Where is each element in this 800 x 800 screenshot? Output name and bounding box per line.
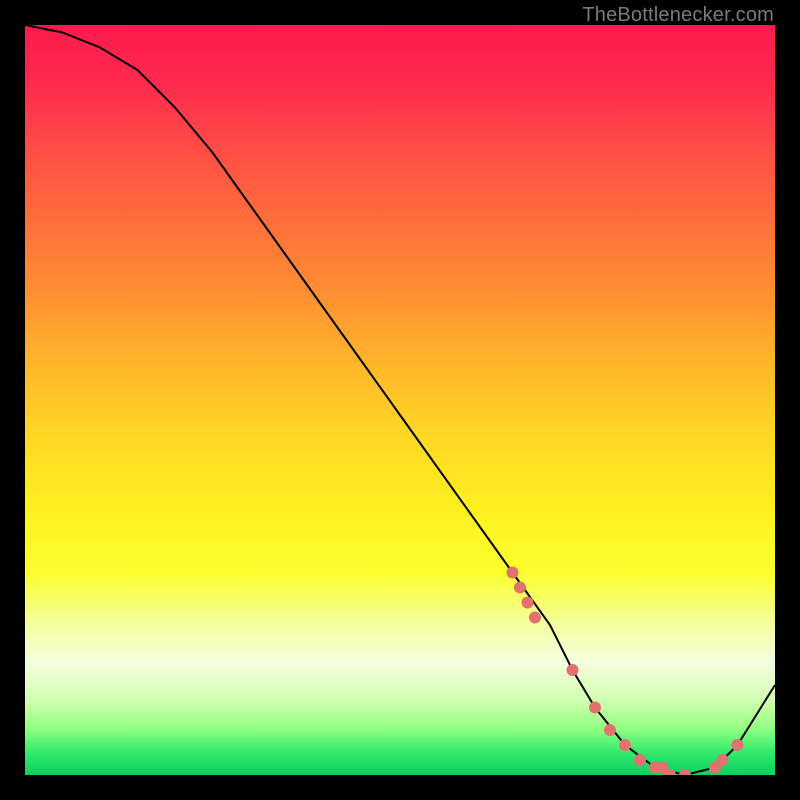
chart-frame: TheBottlenecker.com (0, 0, 800, 800)
marker-dot (634, 754, 646, 766)
marker-dot (679, 769, 691, 775)
curve-layer (25, 25, 775, 775)
marker-dot (604, 724, 616, 736)
marker-dot (522, 597, 534, 609)
marker-dot (567, 664, 579, 676)
marker-group (507, 567, 744, 776)
marker-dot (732, 739, 744, 751)
marker-dot (514, 582, 526, 594)
marker-dot (507, 567, 519, 579)
plot-area (25, 25, 775, 775)
marker-dot (619, 739, 631, 751)
marker-dot (717, 754, 729, 766)
marker-dot (529, 612, 541, 624)
bottleneck-curve (25, 25, 775, 775)
watermark-text: TheBottlenecker.com (582, 4, 774, 27)
marker-dot (589, 702, 601, 714)
